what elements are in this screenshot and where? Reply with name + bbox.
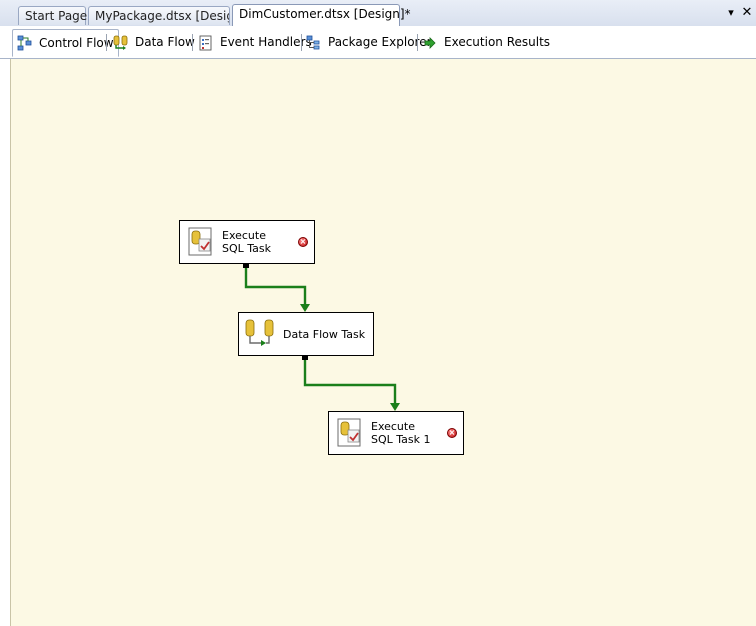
tab-label: Control Flow [39,35,114,50]
tab-control-flow[interactable]: Control Flow [12,29,119,57]
tab-package-explorer[interactable]: Package Explorer [306,32,432,53]
error-icon: × [298,237,308,247]
execute-sql-task-1[interactable]: Execute SQL Task 1 × [328,411,464,455]
event-handlers-icon [198,35,214,51]
tab-separator [417,34,418,51]
task-label-line1: Execute [222,229,266,242]
doc-tab-label: MyPackage.dtsx [Design] [95,9,229,23]
error-icon: × [447,428,457,438]
tab-label: Package Explorer [328,35,432,49]
tab-data-flow[interactable]: Data Flow [113,32,195,53]
tab-label: Data Flow [135,35,195,49]
control-flow-icon [17,35,33,51]
tab-execution-results[interactable]: Execution Results [422,32,550,53]
doc-tab-mypackage[interactable]: MyPackage.dtsx [Design] [88,6,230,25]
precedence-constraint-2[interactable] [302,355,400,411]
package-designer: Control Flow Data Flow Event Handlers Pa… [0,26,756,626]
doc-tab-label: DimCustomer.dtsx [Design]* [239,7,411,21]
package-explorer-icon [306,35,322,51]
precedence-constraint-1[interactable] [243,263,310,312]
execute-sql-task[interactable]: Execute SQL Task × [179,220,315,264]
tab-label: Execution Results [444,35,551,49]
task-label: Data Flow Task [283,327,366,341]
data-flow-icon [113,35,129,51]
task-label: Execute SQL Task 1 [371,420,431,446]
execute-sql-task-icon [335,417,365,449]
execute-sql-task-icon [186,226,216,258]
window-list-dropdown-icon[interactable]: ▾ [724,6,738,19]
tab-separator [106,34,107,51]
task-label-line2: SQL Task 1 [371,433,431,446]
execution-results-icon [422,35,438,51]
control-flow-design-surface[interactable]: Execute SQL Task × Data Flow Task Execut… [10,59,756,626]
precedence-constraints [243,263,400,411]
task-label-line1: Execute [371,420,415,433]
tab-separator [301,34,302,51]
data-flow-task-icon [243,318,277,350]
doc-tab-dimcustomer[interactable]: DimCustomer.dtsx [Design]* [232,4,411,26]
doc-tab-start-page[interactable]: Start Page [18,6,88,25]
doc-tab-label: Start Page [25,9,88,23]
document-tab-strip: Start Page MyPackage.dtsx [Design] DimCu… [0,0,756,27]
tab-event-handlers[interactable]: Event Handlers [198,32,312,53]
task-label: Execute SQL Task [222,229,271,255]
task-label-line2: SQL Task [222,242,272,255]
close-document-icon[interactable]: ✕ [740,5,754,20]
designer-tab-bar: Control Flow Data Flow Event Handlers Pa… [0,26,756,59]
data-flow-task[interactable]: Data Flow Task [238,312,374,356]
tab-label: Event Handlers [220,35,312,49]
tab-separator [192,34,193,51]
